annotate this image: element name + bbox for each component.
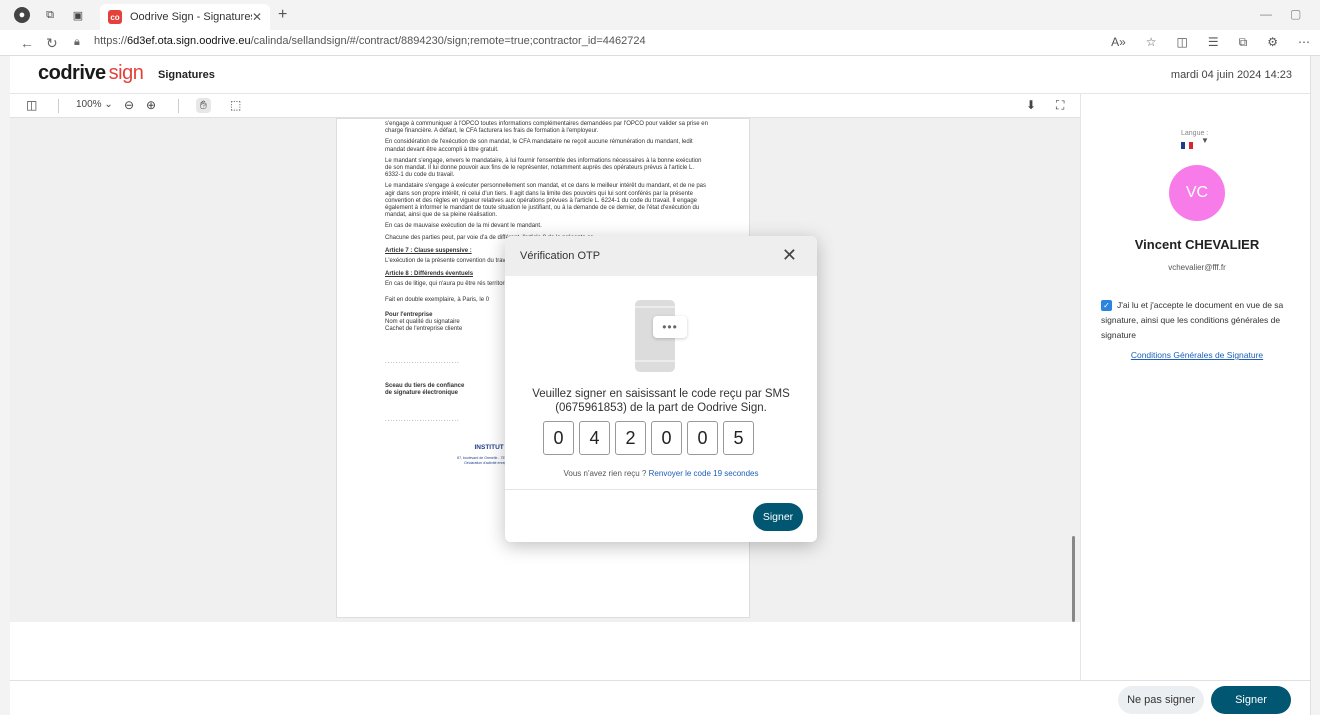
language-caret-icon[interactable]: ▼ (1201, 136, 1209, 145)
french-flag-icon[interactable] (1181, 142, 1193, 149)
split-screen-icon[interactable]: ◫ (1177, 35, 1188, 50)
favorite-star-icon[interactable]: ☆ (1146, 35, 1157, 50)
logo-main: codrive (38, 62, 106, 84)
sign-button[interactable]: Signer (1211, 686, 1291, 714)
new-tab-icon[interactable]: + (278, 6, 287, 24)
tab-title: Oodrive Sign - Signatures (130, 11, 252, 23)
doc-paragraph: Le mandant s'engage, envers le mandatair… (385, 157, 702, 179)
url-domain: 6d3ef.ota.sign.oodrive.eu (127, 35, 251, 47)
oodrive-favicon-icon: co (108, 10, 122, 24)
otp-instruction-line: (0675961853) de la part de Oodrive Sign. (555, 402, 767, 414)
otp-digit-input[interactable]: 5 (723, 421, 754, 455)
browser-tab-bar: ● ⧉ ▣ co Oodrive Sign - Signatures ✕ + —… (0, 0, 1320, 30)
browser-tab[interactable]: co Oodrive Sign - Signatures ✕ (100, 4, 270, 30)
close-icon[interactable]: ✕ (782, 245, 797, 266)
action-bar: Ne pas signer Signer (10, 680, 1310, 715)
toolbar-divider (178, 99, 179, 113)
workspaces-icon[interactable]: ⧉ (42, 7, 58, 23)
tab-actions-icon[interactable]: ▣ (70, 7, 86, 23)
zoom-select[interactable]: 100% ⌄ (76, 99, 113, 110)
signer-panel: Langue : ▼ VC Vincent CHEVALIER vchevali… (1080, 94, 1310, 680)
back-icon[interactable]: ← (20, 35, 34, 51)
toolbar-divider (58, 99, 59, 113)
logo-accent: sign (108, 62, 144, 84)
doc-paragraph: s'engage à communiquer à l'OPCO toutes i… (385, 121, 708, 135)
zoom-out-icon[interactable]: ⊖ (124, 98, 134, 112)
resend-code-link[interactable]: Renvoyer le code 19 secondes (649, 469, 759, 478)
doc-paragraph: En cas de mauvaise exécution de la mi de… (385, 223, 542, 230)
doc-entreprise-line: Cachet de l'entreprise cliente (385, 326, 463, 333)
phone-screen-line (635, 360, 675, 362)
signer-name: Vincent CHEVALIER (1134, 237, 1260, 252)
sidebar-toggle-icon[interactable]: ◫ (26, 98, 37, 112)
avatar: VC (1169, 165, 1225, 221)
tab-close-icon[interactable]: ✕ (252, 10, 262, 24)
selection-tool-icon[interactable]: ⬚ (230, 98, 241, 112)
flag-stripe (1189, 142, 1193, 149)
url-path: /calinda/sellandsign/#/contract/8894230/… (250, 35, 646, 47)
doc-paragraph: Le mandataire s'engage à exécuter person… (385, 183, 707, 219)
address-bar: ← ↻ 🔒︎ https://6d3ef.ota.sign.oodrive.eu… (0, 30, 1320, 56)
doc-sceau-line: de signature électronique (385, 389, 459, 396)
document-footer-space (10, 622, 1080, 680)
minimize-icon[interactable]: — (1260, 7, 1272, 21)
page-title: Signatures (158, 69, 215, 81)
hand-tool-icon[interactable]: ✋︎ (196, 98, 211, 113)
otp-dialog-title: Vérification OTP (520, 250, 601, 262)
otp-instruction-line: Veuillez signer en saisissant le code re… (532, 388, 790, 400)
decline-button[interactable]: Ne pas signer (1118, 686, 1204, 714)
app-header: codrive sign Signatures mardi 04 juin 202… (10, 56, 1310, 94)
otp-digit-input[interactable]: 2 (615, 421, 646, 455)
otp-dialog: Vérification OTP ✕ ••• Veuillez signer e… (505, 236, 817, 542)
conditions-link[interactable]: Conditions Générales de Signature (1081, 350, 1313, 360)
viewer-toolbar: ◫ 100% ⌄ ⊖ ⊕ ✋︎ ⬚ ⬇ ⛶ (10, 94, 1080, 118)
reload-icon[interactable]: ↻ (46, 35, 58, 52)
otp-sign-button[interactable]: Signer (753, 503, 803, 531)
resend-prefix: Vous n'avez rien reçu ? (563, 469, 647, 478)
browser-toolbar-icons: A» ☆ ◫ ☰ ⧉ ⚙ ⋯ (1111, 35, 1310, 50)
phone-screen-line (635, 306, 675, 308)
otp-input-group: 0 4 2 0 0 5 (543, 421, 754, 455)
favorites-list-icon[interactable]: ☰ (1208, 35, 1219, 50)
doc-entreprise-line: Nom et qualité du signataire (385, 319, 460, 326)
zoom-in-icon[interactable]: ⊕ (146, 98, 156, 112)
restore-icon[interactable]: ▢ (1290, 7, 1301, 21)
message-bubble-icon: ••• (653, 316, 687, 338)
profile-avatar-icon[interactable]: ● (14, 7, 30, 23)
lock-icon[interactable]: 🔒︎ (74, 36, 80, 49)
otp-digit-input[interactable]: 0 (687, 421, 718, 455)
otp-instruction: Veuillez signer en saisissant le code re… (525, 387, 797, 415)
url-prefix: https:// (94, 35, 128, 47)
doc-entreprise-title: Pour l'entreprise (385, 311, 433, 318)
download-icon[interactable]: ⬇ (1026, 98, 1036, 112)
collections-icon[interactable]: ⧉ (1239, 35, 1248, 50)
more-options-icon[interactable]: ⋯ (1298, 35, 1310, 50)
oodrive-logo: codrive sign (38, 62, 144, 85)
browser-sidebar (1310, 56, 1320, 715)
otp-digit-input[interactable]: 0 (651, 421, 682, 455)
url-field[interactable]: https://6d3ef.ota.sign.oodrive.eu/calind… (94, 35, 646, 47)
otp-digit-input[interactable]: 4 (579, 421, 610, 455)
otp-digit-input[interactable]: 0 (543, 421, 574, 455)
accept-label: J'ai lu et j'accepte le document en vue … (1101, 300, 1284, 340)
dialog-divider (505, 489, 817, 490)
doc-sceau-line: Sceau du tiers de confiance (385, 382, 465, 389)
otp-dialog-header: Vérification OTP ✕ (505, 236, 817, 276)
doc-paragraph: En considération de l'exécution de son m… (385, 139, 693, 153)
fullscreen-icon[interactable]: ⛶ (1056, 98, 1064, 113)
zoom-value: 100% (76, 99, 102, 110)
signer-email: vchevalier@fff.fr (1168, 263, 1226, 272)
resend-line: Vous n'avez rien reçu ? Renvoyer le code… (505, 469, 817, 478)
document-scrollbar[interactable] (1072, 536, 1075, 622)
header-datetime: mardi 04 juin 2024 14:23 (1170, 69, 1292, 81)
extensions-icon[interactable]: ⚙ (1267, 35, 1278, 50)
read-aloud-icon[interactable]: A» (1111, 35, 1126, 50)
